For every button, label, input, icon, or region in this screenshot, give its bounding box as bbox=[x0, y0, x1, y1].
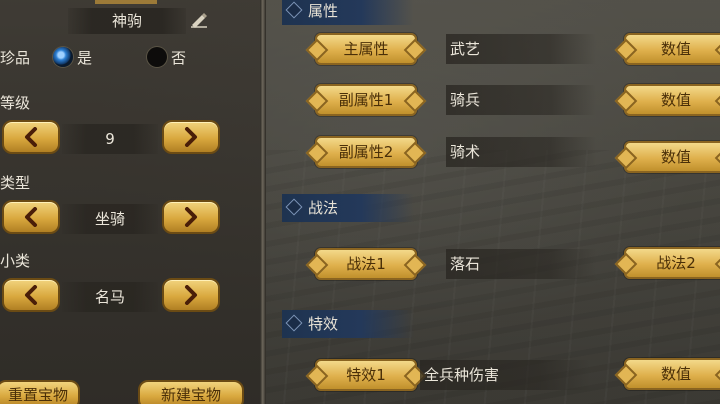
subtype-next-button[interactable] bbox=[162, 278, 220, 312]
secondary-attribute-1-value: 骑兵 bbox=[446, 85, 596, 115]
treasure-yes-label[interactable]: 是 bbox=[77, 47, 92, 68]
type-prev-button[interactable] bbox=[2, 200, 60, 234]
diamond-icon bbox=[285, 314, 303, 332]
section-title-attributes: 属性 bbox=[308, 2, 339, 20]
level-decrement-button[interactable] bbox=[2, 120, 60, 154]
diamond-icon bbox=[285, 198, 303, 216]
chevron-right-icon bbox=[185, 285, 197, 305]
treasure-no-radio[interactable] bbox=[147, 47, 167, 67]
diamond-icon bbox=[285, 1, 303, 19]
section-header-attributes: 属性 bbox=[282, 0, 414, 25]
subtype-value: 名马 bbox=[62, 282, 158, 312]
secondary-attribute-1-button[interactable]: 副属性1 bbox=[315, 84, 417, 116]
secondary-attribute-2-number-button[interactable]: 数值 bbox=[624, 141, 720, 173]
subtype-label: 小类 bbox=[0, 252, 31, 270]
section-title-tactics: 战法 bbox=[308, 199, 339, 217]
level-label: 等级 bbox=[0, 94, 31, 112]
treasure-no-label[interactable]: 否 bbox=[171, 47, 186, 68]
effect-1-value: 全兵种伤害 bbox=[420, 360, 590, 390]
left-panel: 神驹 珍品 是 否 等级 9 类型 坐骑 小类 名马 重置宝物 新建宝物 bbox=[0, 0, 260, 404]
primary-attribute-value: 武艺 bbox=[446, 34, 596, 64]
effect-1-number-button[interactable]: 数值 bbox=[624, 358, 720, 390]
treasure-yes-radio[interactable] bbox=[53, 47, 73, 67]
primary-attribute-button[interactable]: 主属性 bbox=[315, 33, 417, 65]
tactic-1-button[interactable]: 战法1 bbox=[315, 248, 417, 280]
treasure-name-field[interactable]: 神驹 bbox=[68, 8, 186, 34]
chevron-left-icon bbox=[25, 285, 37, 305]
type-next-button[interactable] bbox=[162, 200, 220, 234]
section-header-effects: 特效 bbox=[282, 310, 414, 338]
chevron-left-icon bbox=[25, 127, 37, 147]
chevron-left-icon bbox=[25, 207, 37, 227]
tactic-2-button[interactable]: 战法2 bbox=[624, 247, 720, 279]
treasure-label: 珍品 bbox=[0, 49, 31, 67]
edit-icon[interactable] bbox=[190, 12, 208, 28]
name-top-edge bbox=[95, 0, 157, 4]
secondary-attribute-2-button[interactable]: 副属性2 bbox=[315, 136, 417, 168]
chevron-right-icon bbox=[185, 207, 197, 227]
new-treasure-button[interactable]: 新建宝物 bbox=[138, 380, 244, 404]
secondary-attribute-1-number-button[interactable]: 数值 bbox=[624, 84, 720, 116]
reset-treasure-button[interactable]: 重置宝物 bbox=[0, 380, 80, 404]
type-value: 坐骑 bbox=[62, 204, 158, 234]
section-title-effects: 特效 bbox=[308, 315, 339, 333]
section-header-tactics: 战法 bbox=[282, 194, 414, 222]
primary-attribute-number-button[interactable]: 数值 bbox=[624, 33, 720, 65]
type-label: 类型 bbox=[0, 174, 31, 192]
level-increment-button[interactable] bbox=[162, 120, 220, 154]
level-value: 9 bbox=[62, 124, 158, 154]
tactic-1-value: 落石 bbox=[446, 249, 596, 279]
secondary-attribute-2-value: 骑术 bbox=[446, 137, 596, 167]
chevron-right-icon bbox=[185, 127, 197, 147]
effect-1-button[interactable]: 特效1 bbox=[315, 359, 417, 391]
subtype-prev-button[interactable] bbox=[2, 278, 60, 312]
